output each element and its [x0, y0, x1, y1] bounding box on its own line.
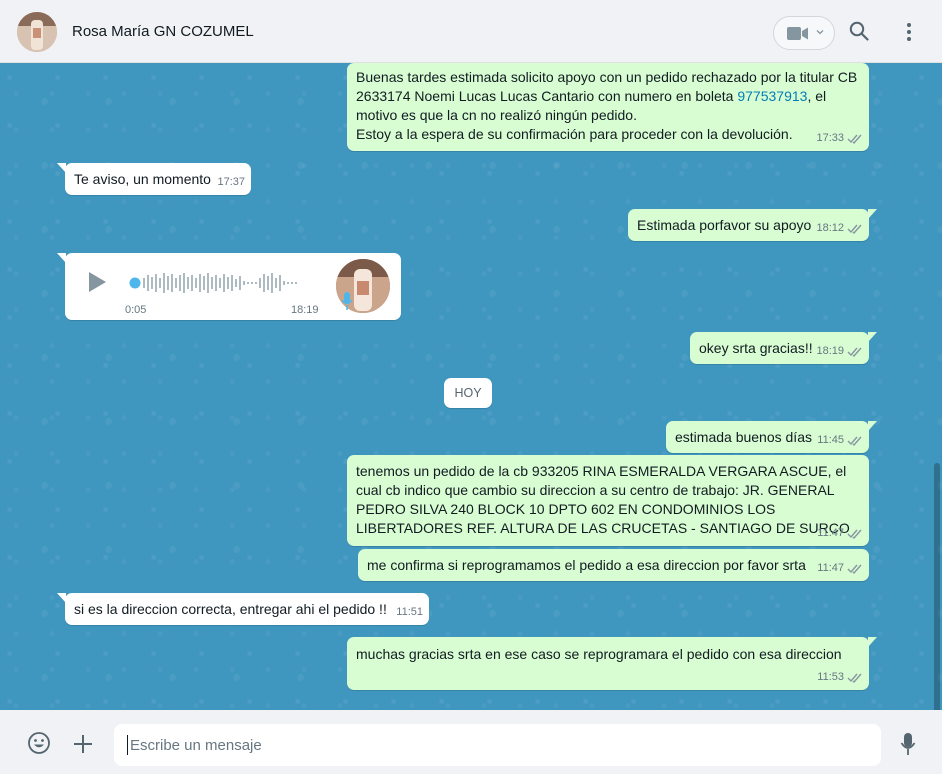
- read-ticks-icon: [847, 529, 862, 539]
- message-incoming[interactable]: si es la direccion correcta, entregar ah…: [57, 593, 429, 625]
- audio-waveform[interactable]: [129, 269, 309, 297]
- read-ticks-icon: [847, 673, 862, 683]
- chat-header: Rosa María GN COZUMEL: [0, 0, 942, 63]
- contact-name[interactable]: Rosa María GN COZUMEL: [72, 23, 254, 40]
- voice-message[interactable]: 0:05 18:19: [57, 253, 401, 320]
- message-input-box[interactable]: [114, 724, 881, 766]
- video-call-button[interactable]: [773, 16, 835, 50]
- message-text: si es la direccion correcta, entregar ah…: [74, 601, 387, 617]
- message-text: muchas gracias srta en ese caso se repro…: [356, 646, 842, 662]
- chat-area[interactable]: Buenas tardes estimada solicito apoyo co…: [0, 63, 942, 710]
- search-icon[interactable]: [849, 21, 869, 41]
- message-outgoing[interactable]: Buenas tardes estimada solicito apoyo co…: [347, 63, 869, 151]
- composer-bar: [0, 710, 942, 774]
- message-outgoing[interactable]: tenemos un pedido de la cb 933205 RINA E…: [347, 455, 869, 546]
- attach-icon[interactable]: [73, 734, 93, 754]
- video-call-icon: [787, 27, 808, 40]
- message-text: me confirma si reprogramamos el pedido a…: [367, 557, 806, 573]
- chat-scrollbar[interactable]: [934, 463, 940, 710]
- message-time: 11:47: [817, 562, 844, 574]
- read-ticks-icon: [847, 347, 862, 357]
- message-time: 18:12: [816, 222, 844, 234]
- chevron-down-icon: [816, 30, 824, 35]
- message-outgoing[interactable]: okey srta gracias!! 18:19: [690, 332, 877, 364]
- menu-icon[interactable]: [905, 22, 913, 42]
- read-ticks-icon: [847, 224, 862, 234]
- read-ticks-icon: [847, 134, 862, 144]
- message-time: 11:51: [396, 606, 423, 618]
- message-time: 17:33: [816, 132, 844, 144]
- message-outgoing[interactable]: estimada buenos días 11:45: [666, 421, 877, 453]
- date-badge: HOY: [444, 378, 492, 408]
- read-ticks-icon: [847, 436, 862, 446]
- read-ticks-icon: [847, 564, 862, 574]
- message-text: tenemos un pedido de la cb 933205 RINA E…: [356, 463, 851, 536]
- message-time: 18:19: [291, 304, 319, 316]
- message-outgoing[interactable]: muchas gracias srta en ese caso se repro…: [347, 637, 877, 690]
- message-time: 11:45: [817, 434, 844, 446]
- message-time: 11:53: [817, 671, 844, 683]
- text-caret: [127, 735, 128, 755]
- mic-icon[interactable]: [900, 732, 916, 756]
- message-time: 11:47: [817, 527, 844, 539]
- message-time: 18:19: [816, 345, 844, 357]
- emoji-icon[interactable]: [27, 731, 51, 755]
- message-outgoing[interactable]: me confirma si reprogramamos el pedido a…: [358, 549, 869, 581]
- phone-link[interactable]: 977537913: [737, 88, 807, 104]
- play-icon[interactable]: [87, 271, 107, 293]
- message-time: 17:37: [217, 176, 245, 188]
- voice-duration: 0:05: [125, 304, 147, 316]
- message-incoming[interactable]: Te aviso, un momento 17:37: [57, 163, 251, 195]
- contact-avatar[interactable]: [17, 12, 57, 52]
- message-input[interactable]: [114, 724, 881, 766]
- message-outgoing[interactable]: Estimada porfavor su apoyo 18:12: [628, 209, 877, 241]
- mic-icon: [341, 292, 353, 310]
